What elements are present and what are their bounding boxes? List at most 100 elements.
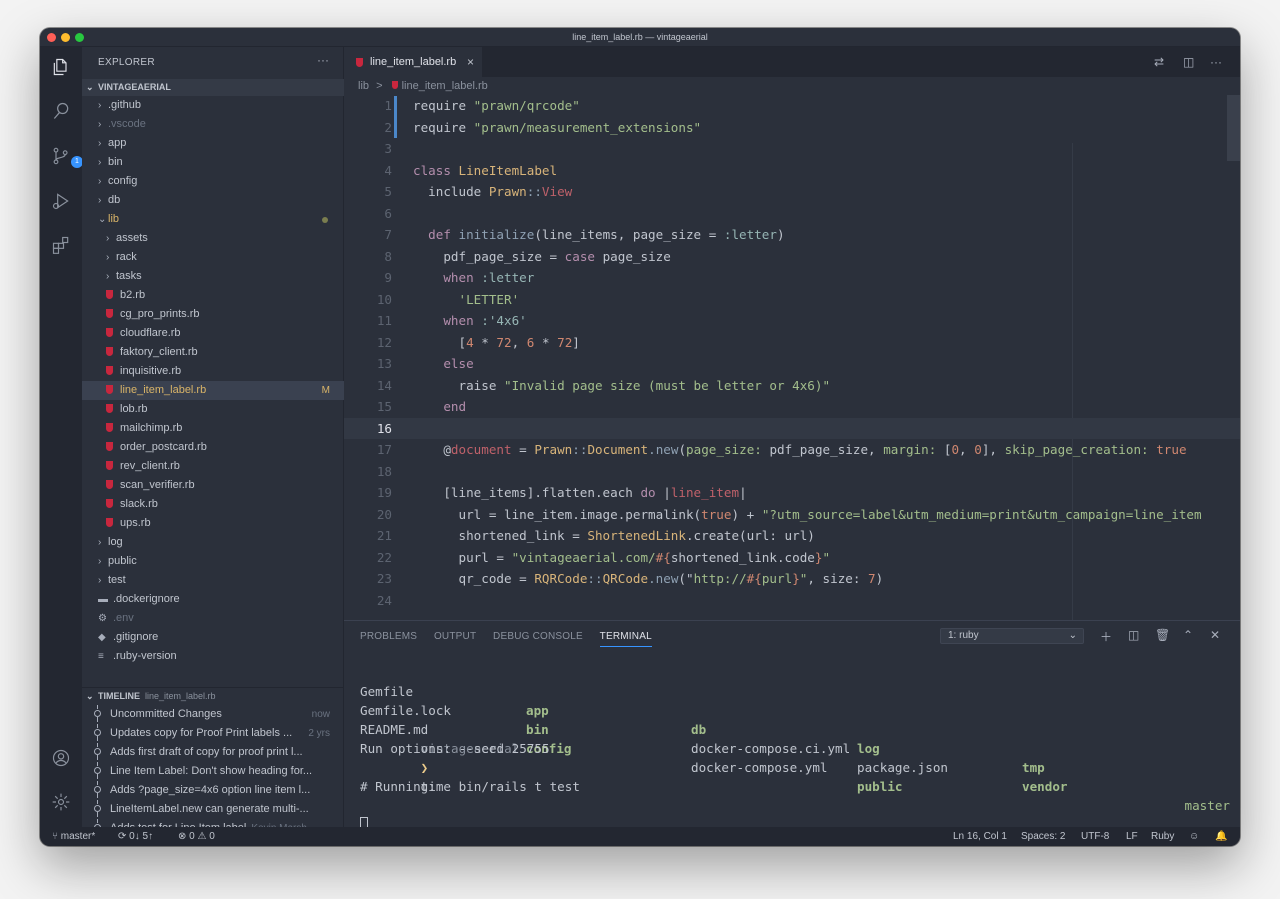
branch-status[interactable]: ⑂ master* (52, 827, 95, 846)
timeline-item[interactable]: Updates copy for Proof Print labels ... 2… (82, 724, 344, 743)
tree-item[interactable]: › config (82, 172, 344, 191)
tree-item[interactable]: b2.rb (82, 286, 344, 305)
close-panel-icon[interactable]: ✕ (1210, 628, 1220, 642)
code-line[interactable]: 5 include Prawn::View (344, 181, 1240, 203)
code-line[interactable]: 21 shortened_link = ShortenedLink.create… (344, 525, 1240, 547)
timeline-item[interactable]: LineItemLabel.new can generate multi-... (82, 800, 344, 819)
code-line[interactable]: 17 @document = Prawn::Document.new(page_… (344, 439, 1240, 461)
tree-item[interactable]: lob.rb (82, 400, 344, 419)
tree-item[interactable]: rev_client.rb (82, 457, 344, 476)
line-ending[interactable]: LF (1126, 827, 1138, 846)
bell-icon[interactable]: 🔔 (1215, 827, 1227, 846)
tree-item[interactable]: › test (82, 571, 344, 590)
tree-item[interactable]: scan_verifier.rb (82, 476, 344, 495)
indentation[interactable]: Spaces: 2 (1021, 827, 1065, 846)
code-line[interactable]: 15 end (344, 396, 1240, 418)
breadcrumb-file[interactable]: line_item_label.rb (402, 80, 488, 92)
timeline-item[interactable]: Adds ?page_size=4x6 option line item l..… (82, 781, 344, 800)
tree-item[interactable]: › tasks (82, 267, 344, 286)
code-line[interactable]: 6 (344, 203, 1240, 225)
timeline-item[interactable]: Adds test for Line Item labelKevin Marsh (82, 819, 344, 827)
tree-item[interactable]: › rack (82, 248, 344, 267)
code-line[interactable]: 4 class LineItemLabel (344, 160, 1240, 182)
timeline-item[interactable]: Adds first draft of copy for proof print… (82, 743, 344, 762)
split-terminal-icon[interactable]: ◫ (1128, 628, 1139, 642)
explorer-icon[interactable] (49, 55, 73, 79)
code-line[interactable]: 3 (344, 138, 1240, 160)
minimap-slider[interactable] (1227, 95, 1240, 161)
code-line[interactable]: 10 'LETTER' (344, 289, 1240, 311)
encoding[interactable]: UTF-8 (1081, 827, 1109, 846)
editor-more-icon[interactable]: ··· (1210, 55, 1222, 69)
code-line[interactable]: 18 (344, 461, 1240, 483)
tree-item[interactable]: cloudflare.rb (82, 324, 344, 343)
close-tab-icon[interactable]: × (467, 47, 474, 77)
search-icon[interactable] (49, 99, 73, 123)
tree-item[interactable]: › log (82, 533, 344, 552)
trash-icon[interactable]: 🗑 (1155, 628, 1170, 642)
breadcrumb-folder[interactable]: lib (358, 80, 369, 92)
more-actions-icon[interactable]: ··· (317, 53, 329, 67)
split-editor-icon[interactable]: ◫ (1183, 55, 1194, 69)
tree-item[interactable]: › .github (82, 96, 344, 115)
tree-item[interactable]: mailchimp.rb (82, 419, 344, 438)
timeline-header[interactable]: ⌄ TIMELINE line_item_label.rb (82, 687, 344, 704)
project-header[interactable]: ⌄ VINTAGEAERIAL (82, 79, 344, 96)
timeline-item[interactable]: Uncommitted Changes now (82, 705, 344, 724)
sync-status[interactable]: ⟳ 0↓ 5↑ (118, 827, 153, 846)
tree-item[interactable]: line_item_label.rb M (82, 381, 344, 400)
code-line[interactable]: 12 [4 * 72, 6 * 72] (344, 332, 1240, 354)
source-control-icon[interactable]: 1 (49, 144, 83, 168)
manage-gear-icon[interactable] (49, 790, 73, 814)
tree-item[interactable]: ≡ .ruby-version (82, 647, 344, 666)
code-line[interactable]: 1 require "prawn/qrcode" (344, 95, 1240, 117)
tree-item[interactable]: ⚙ .env (82, 609, 344, 628)
terminal-select[interactable]: 1: ruby ⌄ (940, 628, 1084, 644)
tab-problems[interactable]: PROBLEMS (360, 631, 417, 642)
feedback-icon[interactable]: ☺ (1189, 827, 1199, 846)
code-line[interactable]: 2 require "prawn/measurement_extensions" (344, 117, 1240, 139)
tab-line-item-label[interactable]: line_item_label.rb × (344, 47, 482, 77)
code-line[interactable]: 7 def initialize(line_items, page_size =… (344, 224, 1240, 246)
code-line[interactable]: 9 when :letter (344, 267, 1240, 289)
tree-item[interactable]: cg_pro_prints.rb (82, 305, 344, 324)
tree-item[interactable]: › .vscode (82, 115, 344, 134)
code-line[interactable]: 14 raise "Invalid page size (must be let… (344, 375, 1240, 397)
tree-item[interactable]: faktory_client.rb (82, 343, 344, 362)
tree-item[interactable]: slack.rb (82, 495, 344, 514)
tree-item[interactable]: › db (82, 191, 344, 210)
code-line[interactable]: 16 (344, 417, 1240, 439)
tab-terminal[interactable]: TERMINAL (599, 631, 652, 647)
code-line[interactable]: 11 when :'4x6' (344, 310, 1240, 332)
tree-item[interactable]: › bin (82, 153, 344, 172)
terminal-output[interactable]: Gemfile app db log tmp Gemfile.lock bin … (360, 663, 1230, 834)
code-line[interactable]: 19 [line_items].flatten.each do |line_it… (344, 482, 1240, 504)
chevron-up-icon[interactable]: ⌃ (1183, 628, 1193, 642)
tree-item[interactable]: › public (82, 552, 344, 571)
tree-item[interactable]: inquisitive.rb (82, 362, 344, 381)
code-line[interactable]: 22 purl = "vintageaerial.com/#{shortened… (344, 547, 1240, 569)
account-icon[interactable] (49, 746, 73, 770)
open-changes-icon[interactable]: ⇄ (1154, 55, 1164, 69)
tab-debug-console[interactable]: DEBUG CONSOLE (493, 631, 583, 642)
code-line[interactable]: 23 qr_code = RQRCode::QRCode.new("http:/… (344, 568, 1240, 590)
tree-item[interactable]: › app (82, 134, 344, 153)
code-line[interactable]: 8 pdf_page_size = case page_size (344, 246, 1240, 268)
language-mode[interactable]: Ruby (1151, 827, 1174, 846)
tree-item[interactable]: ⌄ lib (82, 210, 344, 229)
tree-item[interactable]: order_postcard.rb (82, 438, 344, 457)
tree-item[interactable]: ups.rb (82, 514, 344, 533)
run-debug-icon[interactable] (49, 189, 73, 213)
code-editor[interactable]: 1 require "prawn/qrcode" 2 require "prawn/m… (344, 95, 1240, 639)
code-line[interactable]: 20 url = line_item.image.permalink(true)… (344, 504, 1240, 526)
cursor-position[interactable]: Ln 16, Col 1 (953, 827, 1007, 846)
tree-item[interactable]: ▬ .dockerignore (82, 590, 344, 609)
extensions-icon[interactable] (49, 233, 73, 257)
problems-status[interactable]: ⊗ 0 ⚠ 0 (178, 827, 215, 846)
tree-item[interactable]: › assets (82, 229, 344, 248)
timeline-item[interactable]: Line Item Label: Don't show heading for.… (82, 762, 344, 781)
tab-output[interactable]: OUTPUT (434, 631, 476, 642)
new-terminal-icon[interactable]: ＋ (1100, 628, 1112, 645)
tree-item[interactable]: ◆ .gitignore (82, 628, 344, 647)
code-line[interactable]: 13 else (344, 353, 1240, 375)
